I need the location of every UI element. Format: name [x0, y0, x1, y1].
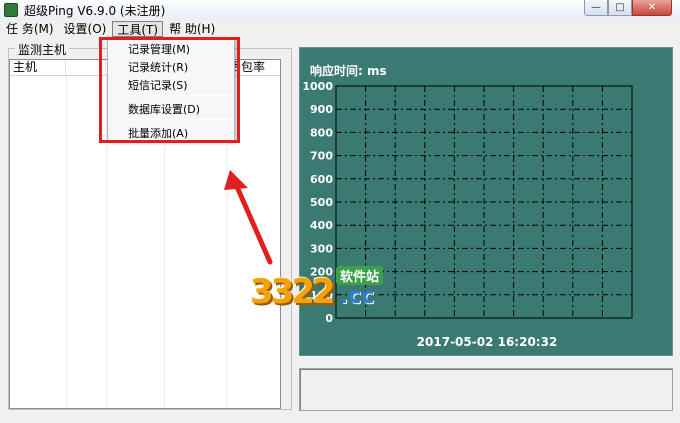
chart-timestamp: 2017-05-02 16:20:32: [416, 335, 558, 349]
menu-settings[interactable]: 设置(O): [60, 21, 111, 37]
annotation-arrow: [224, 170, 273, 265]
chart-y-tick-label: 600: [310, 173, 333, 186]
chart-y-tick-label: 700: [310, 150, 333, 163]
minimize-button[interactable]: —: [584, 0, 608, 16]
minimize-icon: —: [591, 2, 601, 13]
status-panel: [299, 368, 673, 411]
watermark-suffix: .cc: [340, 284, 375, 309]
menu-tools[interactable]: 工具(T): [112, 21, 164, 37]
close-icon: ✕: [647, 2, 657, 13]
chart-y-tick-label: 800: [310, 126, 333, 139]
chart-y-tick-label: 300: [310, 242, 333, 255]
chart-y-tick-label: 500: [310, 196, 333, 209]
close-button[interactable]: ✕: [632, 0, 672, 16]
menu-bar: 任 务(M) 设置(O) 工具(T) 帮 助(H): [0, 20, 680, 38]
maximize-button[interactable]: □: [608, 0, 632, 16]
title-bar: 超级Ping V6.9.0 (未注册) — □ ✕: [0, 0, 680, 20]
chart-y-tick-label: 1000: [302, 80, 333, 93]
menu-help[interactable]: 帮 助(H): [165, 21, 219, 37]
column-host[interactable]: 主机: [10, 60, 66, 75]
watermark-number: 3322: [250, 272, 336, 312]
annotation-highlight-box: [99, 37, 240, 143]
app-icon: [4, 3, 18, 17]
hosts-group-title: 监测主机: [15, 41, 70, 58]
window-title: 超级Ping V6.9.0 (未注册): [24, 3, 166, 18]
chart-y-tick-label: 400: [310, 219, 333, 232]
column-divider: [66, 76, 67, 408]
menu-task[interactable]: 任 务(M): [2, 21, 58, 37]
watermark-label: 软件站: [336, 266, 384, 285]
maximize-icon: □: [615, 2, 625, 13]
window-controls: — □ ✕: [584, 0, 672, 16]
chart-y-tick-label: 900: [310, 103, 333, 116]
watermark-logo: 软件站 3322 .cc: [250, 262, 400, 326]
